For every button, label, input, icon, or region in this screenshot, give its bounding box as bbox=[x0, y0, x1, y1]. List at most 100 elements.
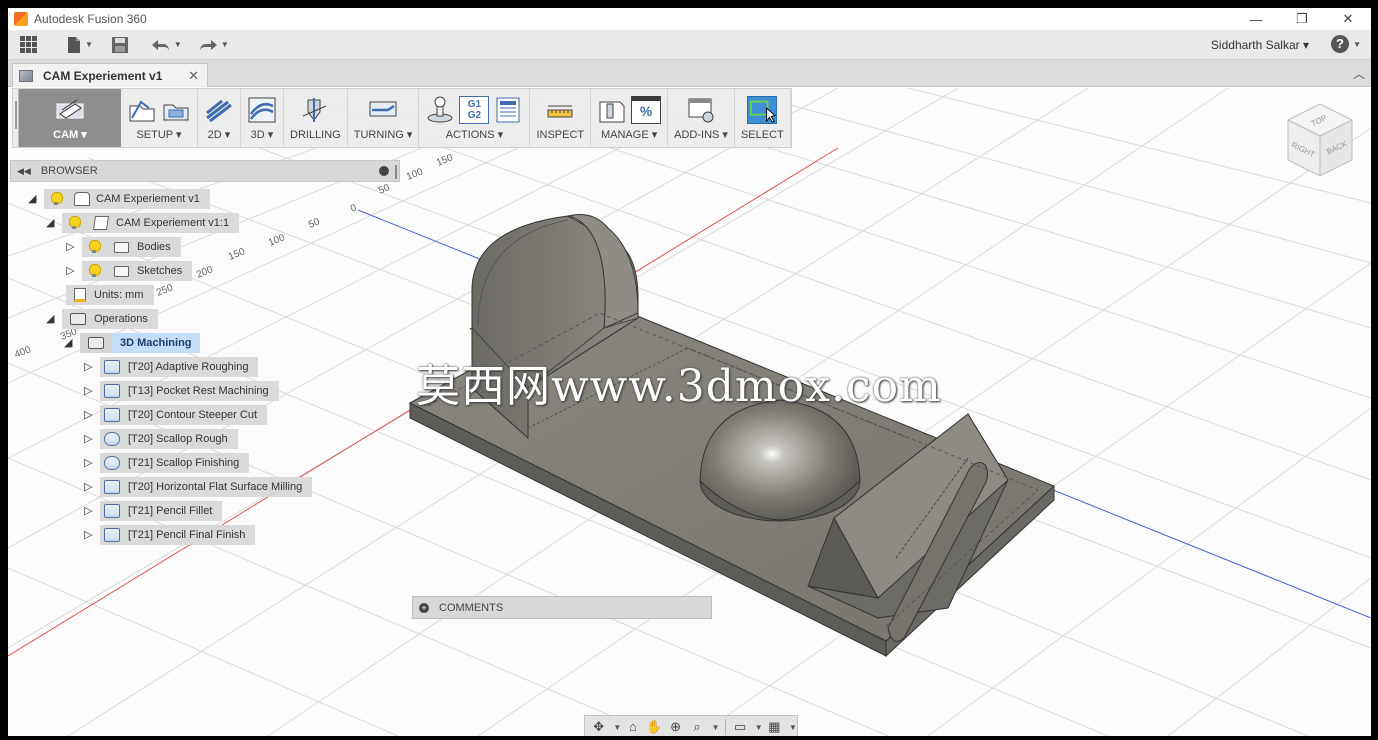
orbit-icon[interactable]: ✥ bbox=[589, 718, 608, 736]
svg-text:0: 0 bbox=[349, 202, 359, 214]
tree-operations[interactable]: ◢ Operations bbox=[46, 308, 158, 330]
expand-triangle-icon[interactable]: ▷ bbox=[84, 457, 94, 469]
tree-op-7[interactable]: ▷ [T21] Pencil Final Finish bbox=[84, 524, 256, 546]
tree-sketches[interactable]: ▷ Sketches bbox=[66, 260, 193, 282]
setup-group[interactable]: SETUP ▾ bbox=[121, 89, 198, 147]
operations-label: Operations bbox=[94, 313, 148, 325]
inspect-group[interactable]: INSPECT bbox=[530, 89, 592, 147]
chevron-down-icon[interactable]: ▼ bbox=[613, 723, 621, 732]
3d-group[interactable]: 3D ▾ bbox=[241, 89, 284, 147]
3d-toolpath-icon bbox=[248, 97, 276, 123]
collapse-browser-icon[interactable]: ◀◀ bbox=[17, 166, 31, 177]
operation-label: [T21] Pencil Final Finish bbox=[128, 529, 246, 541]
expand-plus-icon[interactable]: + bbox=[419, 602, 429, 613]
tree-op-4[interactable]: ▷ [T21] Scallop Finishing bbox=[84, 452, 250, 474]
collapse-toolbar-button[interactable]: ︿ bbox=[1353, 65, 1365, 82]
tree-op-3[interactable]: ▷ [T20] Scallop Rough bbox=[84, 428, 238, 450]
node-chip: [T21] Scallop Finishing bbox=[100, 453, 250, 473]
expand-triangle-icon[interactable]: ▷ bbox=[84, 433, 94, 445]
display-settings-icon[interactable]: ▭ bbox=[730, 718, 749, 736]
user-account-menu[interactable]: Siddharth Salkar ▾ bbox=[1211, 38, 1309, 52]
expand-triangle-icon[interactable]: ▷ bbox=[84, 505, 94, 517]
undo-icon bbox=[151, 39, 169, 51]
new-setup-icon bbox=[129, 100, 155, 122]
units-icon bbox=[74, 288, 86, 302]
save-button[interactable] bbox=[111, 32, 129, 58]
2d-group[interactable]: 2D ▾ bbox=[198, 89, 241, 147]
grid-settings-icon[interactable]: ▦ bbox=[765, 718, 784, 736]
tree-component[interactable]: ◢ CAM Experiement v1:1 bbox=[46, 212, 240, 234]
expand-triangle-icon[interactable]: ▷ bbox=[66, 265, 76, 277]
sketches-label: Sketches bbox=[137, 265, 183, 277]
look-at-icon[interactable]: ⌂ bbox=[623, 718, 642, 736]
drilling-group[interactable]: DRILLING bbox=[284, 89, 348, 147]
svg-text:250: 250 bbox=[155, 282, 175, 299]
canvas-viewport[interactable]: 150 100 50 0 50 100 150 200 250 300 350 … bbox=[8, 88, 1371, 736]
expand-triangle-icon[interactable]: ▷ bbox=[84, 481, 94, 493]
workspace-switcher[interactable]: CAM ▾ bbox=[19, 89, 121, 147]
bodies-label: Bodies bbox=[137, 241, 171, 253]
zoom-icon[interactable]: ⊕ bbox=[666, 718, 685, 736]
node-chip: [T21] Pencil Fillet bbox=[100, 501, 223, 521]
tree-bodies[interactable]: ▷ Bodies bbox=[66, 236, 181, 258]
tree-op-5[interactable]: ▷ [T20] Horizontal Flat Surface Milling bbox=[84, 476, 313, 498]
view-cube[interactable]: TOP RIGHT BACK bbox=[1280, 100, 1360, 190]
browser-title: BROWSER bbox=[40, 165, 98, 177]
design-icon bbox=[19, 69, 33, 82]
expand-triangle-icon[interactable]: ◢ bbox=[28, 193, 38, 205]
tree-op-0[interactable]: ▷ [T20] Adaptive Roughing bbox=[84, 356, 259, 378]
redo-button[interactable]: ▼ bbox=[198, 32, 229, 58]
node-chip: [T20] Adaptive Roughing bbox=[100, 357, 259, 377]
add-ins-group[interactable]: ADD-INS ▾ bbox=[668, 89, 735, 147]
tree-op-1[interactable]: ▷ [T13] Pocket Rest Machining bbox=[84, 380, 279, 402]
close-tab-button[interactable]: ✕ bbox=[188, 68, 199, 84]
node-chip: 3D Machining bbox=[80, 333, 200, 353]
turning-group[interactable]: TURNING ▾ bbox=[348, 89, 420, 147]
expand-triangle-icon[interactable]: ▷ bbox=[84, 361, 94, 373]
data-panel-button[interactable] bbox=[16, 32, 38, 58]
cad-model[interactable] bbox=[408, 214, 1055, 658]
expand-triangle-icon[interactable]: ▷ bbox=[84, 385, 94, 397]
chevron-down-icon[interactable]: ▼ bbox=[755, 723, 763, 732]
tree-op-2[interactable]: ▷ [T20] Contour Steeper Cut bbox=[84, 404, 268, 426]
manage-group[interactable]: % MANAGE ▾ bbox=[591, 89, 669, 147]
comments-panel[interactable]: + COMMENTS bbox=[412, 596, 712, 619]
scallop-icon bbox=[104, 456, 120, 470]
visibility-bulb-icon[interactable] bbox=[50, 192, 63, 206]
select-group[interactable]: SELECT bbox=[735, 89, 791, 147]
expand-triangle-icon[interactable]: ◢ bbox=[46, 217, 56, 229]
setup-sheet-icon bbox=[496, 97, 520, 123]
chevron-down-icon[interactable]: ▼ bbox=[789, 723, 797, 732]
tree-root[interactable]: ◢ CAM Experiement v1 bbox=[28, 188, 210, 210]
chevron-down-icon[interactable]: ▼ bbox=[712, 723, 720, 732]
minimize-button[interactable]: — bbox=[1233, 8, 1279, 30]
restore-button[interactable]: ❐ bbox=[1279, 8, 1325, 30]
document-tab[interactable]: CAM Experiement v1 ✕ bbox=[12, 63, 208, 87]
node-chip: CAM Experiement v1 bbox=[44, 189, 210, 209]
actions-group[interactable]: G1 G2 ACTIONS ▾ bbox=[419, 89, 531, 147]
close-button[interactable]: ✕ bbox=[1325, 8, 1371, 30]
undo-button[interactable]: ▼ bbox=[151, 32, 182, 58]
tree-setup[interactable]: ◢ 3D Machining bbox=[64, 332, 200, 354]
expand-triangle-icon[interactable]: ◢ bbox=[46, 313, 56, 325]
tree-units[interactable]: Units: mm bbox=[66, 284, 154, 306]
setup-icon bbox=[88, 337, 104, 349]
simulate-icon bbox=[427, 96, 453, 123]
browser-header[interactable]: ◀◀ BROWSER bbox=[10, 160, 400, 182]
file-menu-button[interactable]: ▼ bbox=[66, 32, 93, 58]
expand-triangle-icon[interactable]: ▷ bbox=[84, 409, 94, 421]
help-button[interactable]: ? bbox=[1331, 35, 1349, 53]
template-library-icon: % bbox=[631, 96, 662, 124]
tree-op-6[interactable]: ▷ [T21] Pencil Fillet bbox=[84, 500, 223, 522]
visibility-bulb-icon[interactable] bbox=[88, 240, 101, 254]
minimize-panel-icon[interactable] bbox=[379, 166, 389, 176]
fit-icon[interactable]: ⌕ bbox=[687, 718, 706, 736]
expand-triangle-icon[interactable]: ◢ bbox=[64, 337, 74, 349]
svg-text:100: 100 bbox=[267, 232, 287, 249]
expand-triangle-icon[interactable]: ▷ bbox=[66, 241, 76, 253]
window-controls: — ❐ ✕ bbox=[1233, 8, 1371, 30]
visibility-bulb-icon[interactable] bbox=[88, 264, 101, 278]
pan-hand-icon[interactable]: ✋ bbox=[645, 718, 664, 736]
expand-triangle-icon[interactable]: ▷ bbox=[84, 529, 94, 541]
visibility-bulb-icon[interactable] bbox=[68, 216, 81, 230]
